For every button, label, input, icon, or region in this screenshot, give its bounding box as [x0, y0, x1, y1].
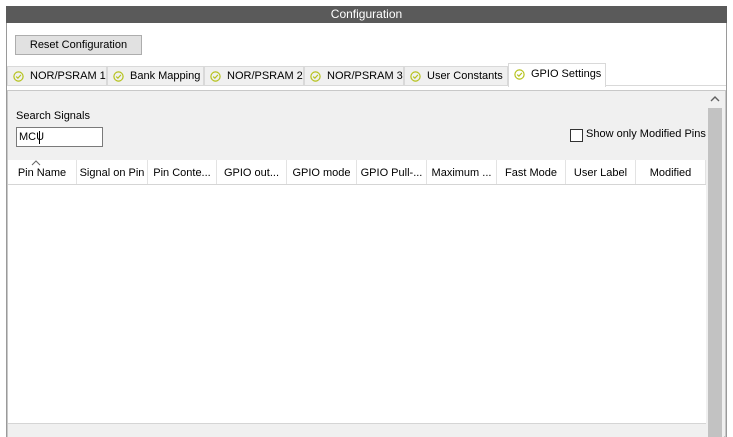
tab-label: NOR/PSRAM 3 — [327, 70, 403, 82]
text-cursor — [39, 131, 40, 144]
column-header-modified[interactable]: Modified — [636, 160, 706, 184]
window-title: Configuration — [6, 6, 727, 23]
column-header-user-label[interactable]: User Label — [566, 160, 636, 184]
sort-ascending-icon — [31, 160, 41, 166]
table-footer-strip — [8, 423, 706, 437]
tab-label: GPIO Settings — [531, 68, 602, 80]
show-only-modified-checkbox[interactable] — [570, 129, 583, 142]
check-circle-icon — [310, 71, 321, 82]
tab-nor-psram-3[interactable]: NOR/PSRAM 3 — [304, 66, 404, 86]
scroll-up-button[interactable] — [706, 91, 724, 108]
pin-table: Pin Name Signal on Pin Pin Conte... GPIO… — [8, 160, 706, 423]
column-header-pin-name[interactable]: Pin Name — [8, 160, 77, 184]
column-header-gpio-mode[interactable]: GPIO mode — [287, 160, 357, 184]
column-header-gpio-pull[interactable]: GPIO Pull-... — [357, 160, 427, 184]
tab-gpio-settings[interactable]: GPIO Settings — [508, 63, 606, 87]
table-header: Pin Name Signal on Pin Pin Conte... GPIO… — [8, 160, 706, 185]
show-only-modified-label: Show only Modified Pins — [586, 128, 706, 140]
tab-nor-psram-1[interactable]: NOR/PSRAM 1 — [7, 66, 107, 86]
check-circle-icon — [210, 71, 221, 82]
tab-label: User Constants — [427, 70, 503, 82]
scrollbar-thumb[interactable] — [708, 108, 722, 437]
check-circle-icon — [410, 71, 421, 82]
tab-strip-divider — [7, 85, 726, 86]
tab-user-constants[interactable]: User Constants — [404, 66, 508, 86]
tab-label: Bank Mapping — [130, 70, 201, 82]
search-signals-input[interactable] — [16, 127, 103, 147]
check-circle-icon — [13, 71, 24, 82]
column-header-signal-on-pin[interactable]: Signal on Pin — [77, 160, 148, 184]
tab-strip: NOR/PSRAM 1 Bank Mapping NOR/PSRAM 2 NOR… — [7, 63, 726, 87]
reset-configuration-button[interactable]: Reset Configuration — [15, 35, 142, 55]
column-header-fast-mode[interactable]: Fast Mode — [497, 160, 566, 184]
frame-right-border — [726, 23, 727, 437]
check-circle-icon — [514, 69, 525, 80]
tab-nor-psram-2[interactable]: NOR/PSRAM 2 — [204, 66, 304, 86]
column-header-gpio-output[interactable]: GPIO out... — [217, 160, 287, 184]
column-header-pin-context[interactable]: Pin Conte... — [148, 160, 217, 184]
check-circle-icon — [113, 71, 124, 82]
tab-label: NOR/PSRAM 1 — [30, 70, 106, 82]
column-header-maximum[interactable]: Maximum ... — [427, 160, 497, 184]
tab-bank-mapping[interactable]: Bank Mapping — [107, 66, 204, 86]
tab-label: NOR/PSRAM 2 — [227, 70, 303, 82]
chevron-up-icon — [710, 96, 720, 102]
search-signals-label: Search Signals — [16, 110, 90, 122]
